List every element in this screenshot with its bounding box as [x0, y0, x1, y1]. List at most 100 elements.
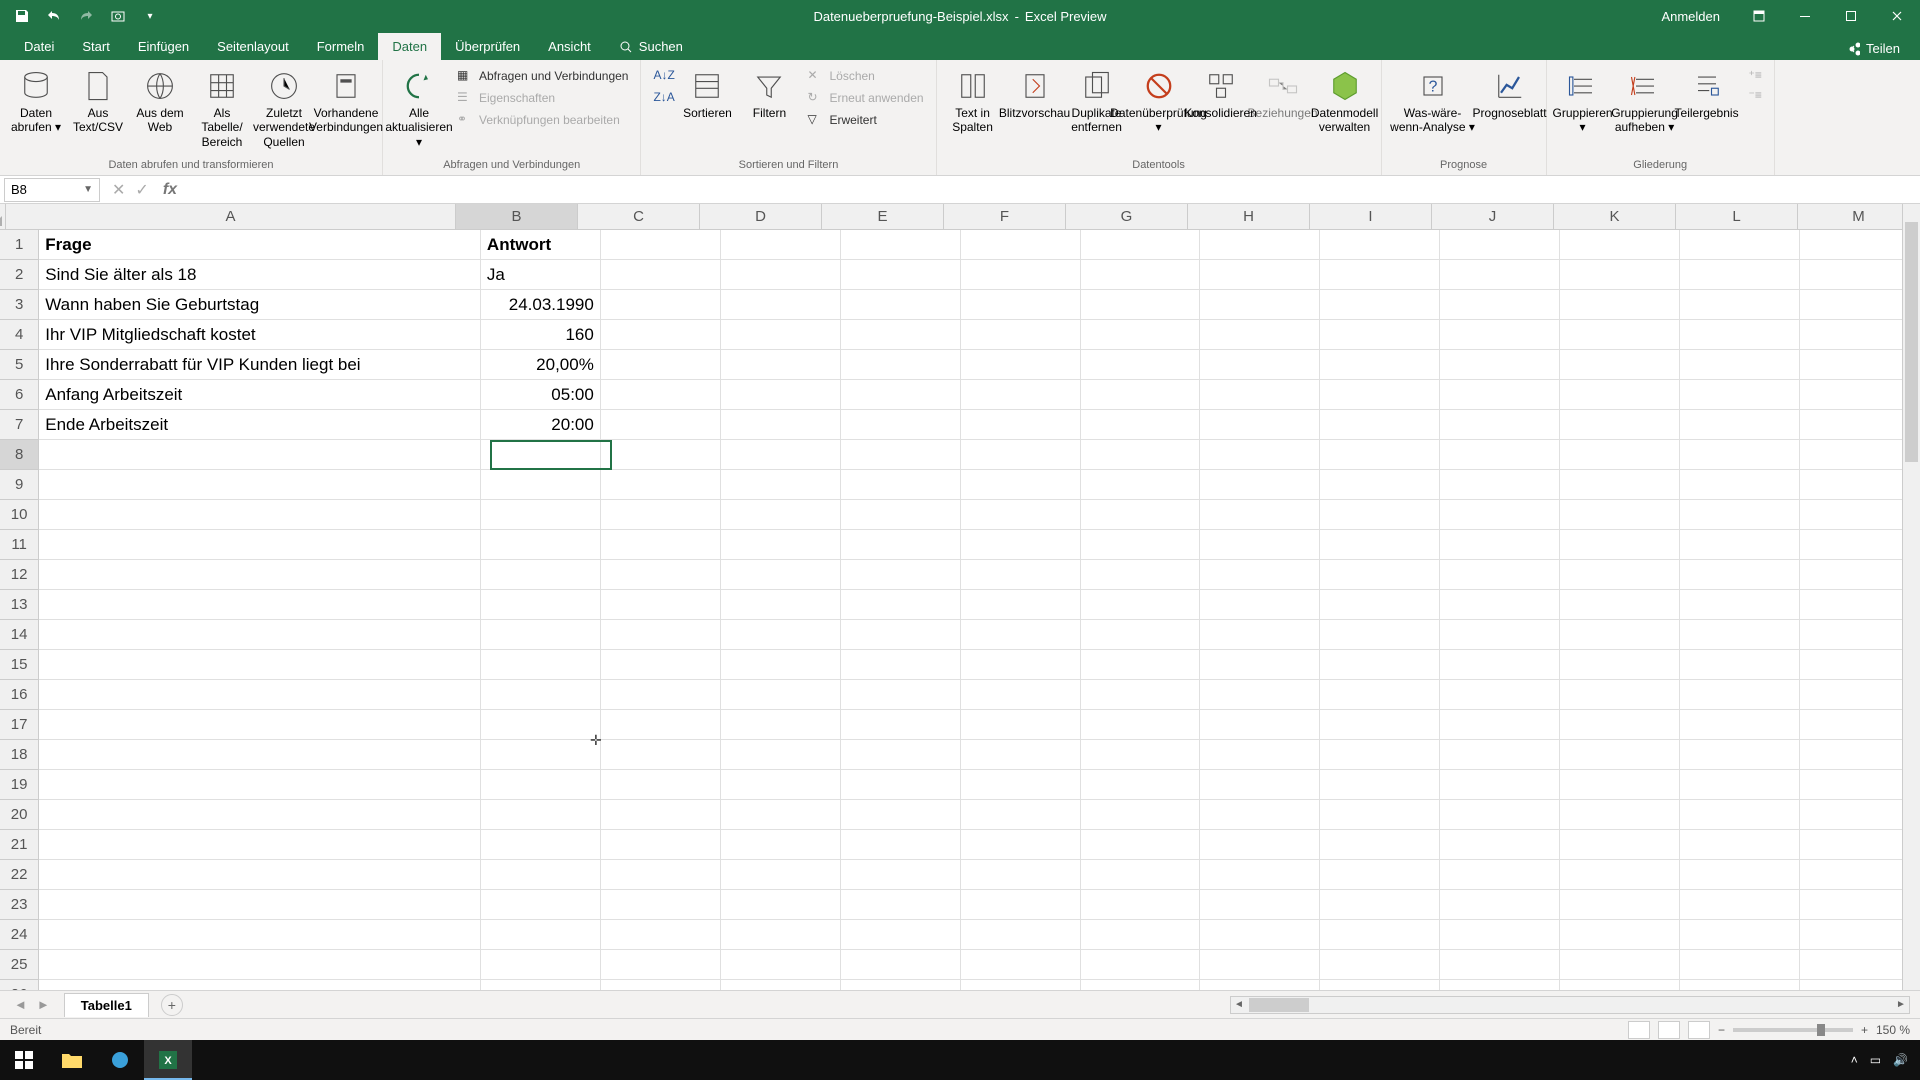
cell[interactable]	[1440, 530, 1560, 560]
cell[interactable]: Ihre Sonderrabatt für VIP Kunden liegt b…	[39, 350, 481, 380]
cell[interactable]	[481, 710, 601, 740]
cell[interactable]	[1560, 620, 1680, 650]
cell[interactable]	[601, 710, 721, 740]
properties-button[interactable]: ☰Eigenschaften	[453, 88, 632, 108]
from-web-button[interactable]: Aus dem Web	[130, 64, 190, 139]
zoom-out-icon[interactable]: −	[1718, 1023, 1725, 1037]
cell[interactable]	[721, 830, 841, 860]
row-header[interactable]: 8	[0, 440, 39, 470]
cell[interactable]	[721, 290, 841, 320]
cell[interactable]	[961, 560, 1081, 590]
ungroup-button[interactable]: Gruppierung aufheben ▾	[1615, 64, 1675, 139]
cell[interactable]	[601, 410, 721, 440]
row-header[interactable]: 21	[0, 830, 39, 860]
cell[interactable]: Ihr VIP Mitgliedschaft kostet	[39, 320, 481, 350]
excel-taskbar-icon[interactable]: X	[144, 1040, 192, 1080]
cell[interactable]	[601, 950, 721, 980]
column-header[interactable]: B	[456, 204, 578, 229]
cell[interactable]	[1081, 440, 1201, 470]
cell[interactable]	[1440, 560, 1560, 590]
cell[interactable]: Frage	[39, 230, 481, 260]
zoom-slider[interactable]	[1733, 1028, 1853, 1032]
cell[interactable]	[1081, 230, 1201, 260]
cell[interactable]	[841, 890, 961, 920]
cell[interactable]	[481, 830, 601, 860]
cell[interactable]	[1200, 770, 1320, 800]
cell[interactable]	[1320, 290, 1440, 320]
tray-volume-icon[interactable]: 🔊	[1893, 1053, 1908, 1067]
row-header[interactable]: 15	[0, 650, 39, 680]
cell[interactable]	[1320, 650, 1440, 680]
cell[interactable]	[601, 560, 721, 590]
add-sheet-button[interactable]: +	[161, 994, 183, 1016]
cell[interactable]	[601, 800, 721, 830]
cell[interactable]	[1680, 470, 1800, 500]
cell[interactable]	[1081, 920, 1201, 950]
cell[interactable]	[721, 980, 841, 990]
cell[interactable]	[841, 350, 961, 380]
row-header[interactable]: 26	[0, 980, 39, 990]
cell[interactable]	[1320, 800, 1440, 830]
cell[interactable]	[1440, 620, 1560, 650]
cell[interactable]	[39, 980, 481, 990]
cell[interactable]	[601, 770, 721, 800]
cell[interactable]	[1560, 860, 1680, 890]
cell[interactable]	[1680, 500, 1800, 530]
cell[interactable]	[1680, 950, 1800, 980]
from-csv-button[interactable]: Aus Text/CSV	[68, 64, 128, 139]
cell[interactable]	[841, 860, 961, 890]
cell[interactable]	[1320, 620, 1440, 650]
cell[interactable]	[1560, 410, 1680, 440]
column-header[interactable]: L	[1676, 204, 1798, 229]
name-box[interactable]: B8 ▼	[4, 178, 100, 202]
cell[interactable]	[961, 830, 1081, 860]
scrollbar-thumb[interactable]	[1905, 222, 1918, 462]
cell[interactable]	[721, 230, 841, 260]
cell[interactable]	[1320, 890, 1440, 920]
cell[interactable]	[601, 500, 721, 530]
start-button[interactable]	[0, 1040, 48, 1080]
cell[interactable]	[841, 560, 961, 590]
cell[interactable]	[961, 230, 1081, 260]
sheet-next-icon[interactable]: ►	[37, 997, 50, 1012]
cell[interactable]	[1440, 590, 1560, 620]
camera-icon[interactable]	[106, 4, 130, 28]
cell[interactable]	[961, 620, 1081, 650]
menu-file[interactable]: Datei	[10, 33, 68, 60]
cell[interactable]	[1320, 410, 1440, 440]
cell[interactable]	[961, 710, 1081, 740]
cell[interactable]	[1440, 230, 1560, 260]
cell[interactable]	[1440, 320, 1560, 350]
cell[interactable]	[841, 260, 961, 290]
cell[interactable]	[1680, 230, 1800, 260]
column-header[interactable]: D	[700, 204, 822, 229]
cell[interactable]	[841, 320, 961, 350]
cell[interactable]	[1081, 560, 1201, 590]
row-header[interactable]: 7	[0, 410, 39, 440]
menu-home[interactable]: Start	[68, 33, 123, 60]
cell[interactable]	[39, 800, 481, 830]
sort-asc-button[interactable]: A↓Z	[649, 66, 673, 86]
cell[interactable]	[721, 710, 841, 740]
cell[interactable]	[721, 350, 841, 380]
sheet-tab[interactable]: Tabelle1	[64, 993, 149, 1017]
cell[interactable]	[481, 890, 601, 920]
cell[interactable]	[1081, 350, 1201, 380]
row-header[interactable]: 13	[0, 590, 39, 620]
cell[interactable]	[1680, 380, 1800, 410]
cell[interactable]	[1320, 950, 1440, 980]
spreadsheet-grid[interactable]: ABCDEFGHIJKLM 1FrageAntwort2Sind Sie ält…	[0, 204, 1920, 990]
view-pagebreak-icon[interactable]	[1688, 1021, 1710, 1039]
signin-button[interactable]: Anmelden	[1645, 9, 1736, 24]
cell[interactable]	[841, 590, 961, 620]
row-header[interactable]: 20	[0, 800, 39, 830]
cell[interactable]	[481, 650, 601, 680]
cell[interactable]	[601, 620, 721, 650]
cell[interactable]	[1560, 920, 1680, 950]
cell[interactable]	[1320, 680, 1440, 710]
cell[interactable]	[1081, 500, 1201, 530]
fx-icon[interactable]: fx	[157, 181, 183, 199]
cell[interactable]	[1200, 470, 1320, 500]
tray-chevron-icon[interactable]: ˄	[1851, 1053, 1858, 1067]
cell[interactable]	[1081, 590, 1201, 620]
